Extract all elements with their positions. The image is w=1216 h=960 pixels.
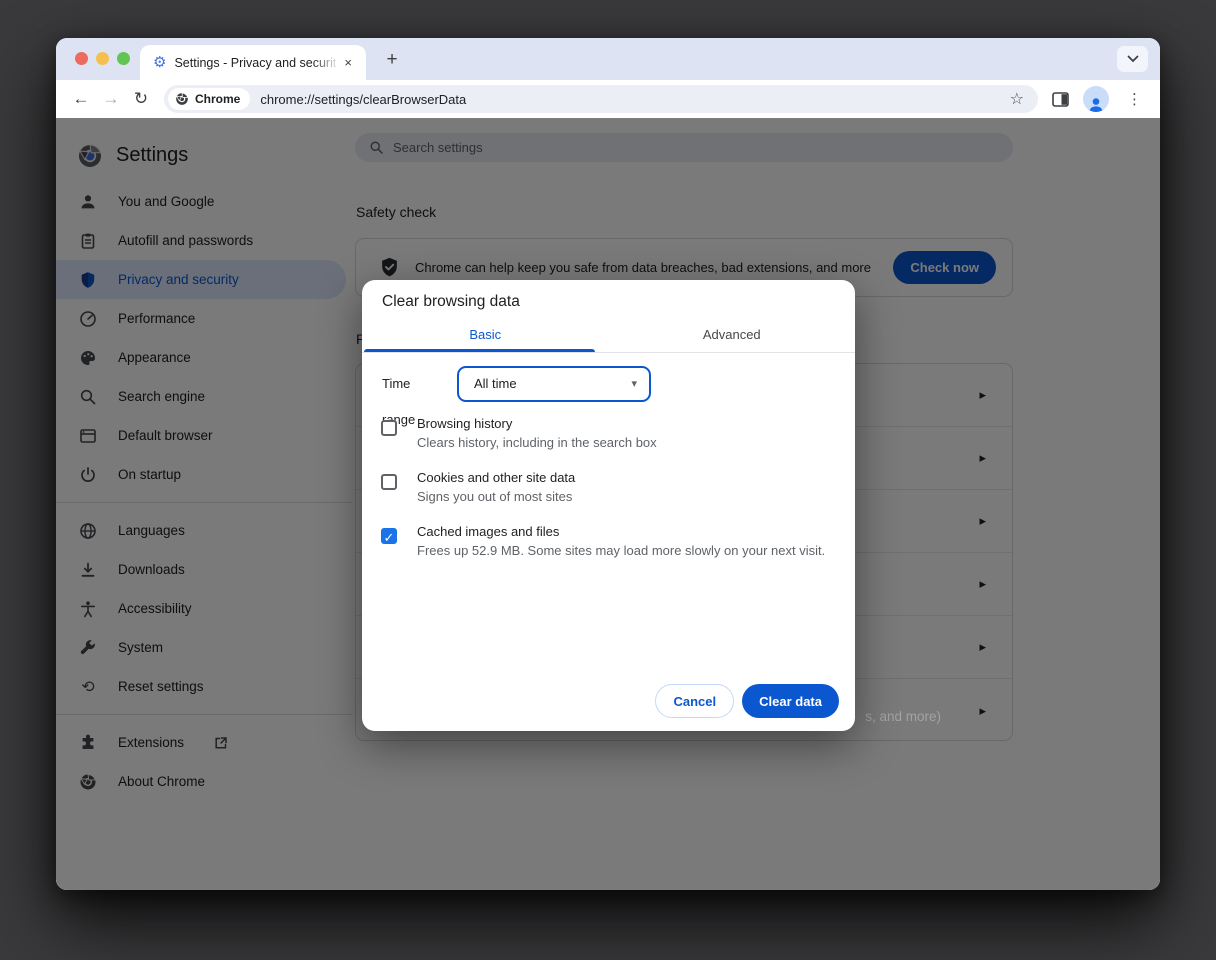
cancel-button[interactable]: Cancel: [655, 684, 734, 718]
dialog-footer: Cancel Clear data: [655, 684, 839, 718]
tab-search-button[interactable]: [1117, 46, 1148, 72]
side-panel-icon[interactable]: [1052, 92, 1069, 107]
checkbox-description: Clears history, including in the search …: [417, 433, 835, 452]
bookmark-star-icon[interactable]: ☆: [1010, 89, 1024, 109]
site-info-badge[interactable]: Chrome: [168, 88, 250, 110]
window-controls: [75, 52, 130, 65]
maximize-window-button[interactable]: [117, 52, 130, 65]
settings-gear-favicon-icon: ⚙: [153, 55, 166, 70]
page-content: Settings You and Google Autofill and pas…: [56, 118, 1160, 890]
dialog-tabs: Basic Advanced: [362, 322, 855, 352]
cookies-checkbox[interactable]: ✓: [381, 474, 397, 490]
forward-button[interactable]: →: [96, 84, 126, 114]
reload-button[interactable]: ↻: [126, 84, 156, 114]
tab-title: Settings - Privacy and securit: [174, 56, 340, 70]
close-window-button[interactable]: [75, 52, 88, 65]
cached-images-checkbox[interactable]: ✓: [381, 528, 397, 544]
person-icon: [1088, 97, 1104, 112]
chrome-logo-icon: [175, 92, 189, 106]
address-bar[interactable]: Chrome chrome://settings/clearBrowserDat…: [164, 85, 1038, 113]
clear-browsing-data-dialog: Clear browsing data Basic Advanced Time …: [362, 280, 855, 731]
caret-down-icon: ▾: [631, 368, 637, 400]
dialog-title: Clear browsing data: [382, 293, 520, 311]
clear-data-button[interactable]: Clear data: [742, 684, 839, 718]
site-badge-label: Chrome: [195, 92, 240, 106]
checkbox-label: Cached images and files: [417, 522, 835, 541]
tab-settings[interactable]: ⚙ Settings - Privacy and securit ×: [140, 45, 366, 80]
tab-strip: ⚙ Settings - Privacy and securit × +: [56, 38, 1160, 80]
profile-avatar[interactable]: [1083, 86, 1109, 112]
chevron-down-icon: [1127, 55, 1139, 63]
checkbox-label: Browsing history: [417, 414, 835, 433]
checkbox-description: Signs you out of most sites: [417, 487, 835, 506]
toolbar: ← → ↻ Chrome chrome://settings/clearBrow…: [56, 80, 1160, 118]
browser-window: ⚙ Settings - Privacy and securit × + ← →…: [56, 38, 1160, 890]
checkbox-description: Frees up 52.9 MB. Some sites may load mo…: [417, 541, 835, 560]
browsing-history-checkbox[interactable]: ✓: [381, 420, 397, 436]
checkmark-icon: ✓: [383, 530, 395, 546]
tab-close-icon[interactable]: ×: [340, 53, 356, 72]
time-range-select[interactable]: All time ▾: [457, 366, 651, 402]
checkbox-row-cached-images: ✓ Cached images and files Frees up 52.9 …: [381, 522, 835, 560]
new-tab-button[interactable]: +: [378, 47, 406, 75]
tab-basic[interactable]: Basic: [362, 322, 609, 352]
url-text: chrome://settings/clearBrowserData: [260, 92, 466, 107]
tab-advanced[interactable]: Advanced: [609, 322, 856, 352]
browser-menu-button[interactable]: ⋮: [1123, 90, 1146, 108]
minimize-window-button[interactable]: [96, 52, 109, 65]
checkbox-label: Cookies and other site data: [417, 468, 835, 487]
checkbox-row-browsing-history: ✓ Browsing history Clears history, inclu…: [381, 414, 835, 452]
time-range-value: All time: [474, 368, 517, 400]
checkbox-row-cookies: ✓ Cookies and other site data Signs you …: [381, 468, 835, 506]
back-button[interactable]: ←: [66, 84, 96, 114]
dialog-tabs-divider: [362, 352, 855, 353]
